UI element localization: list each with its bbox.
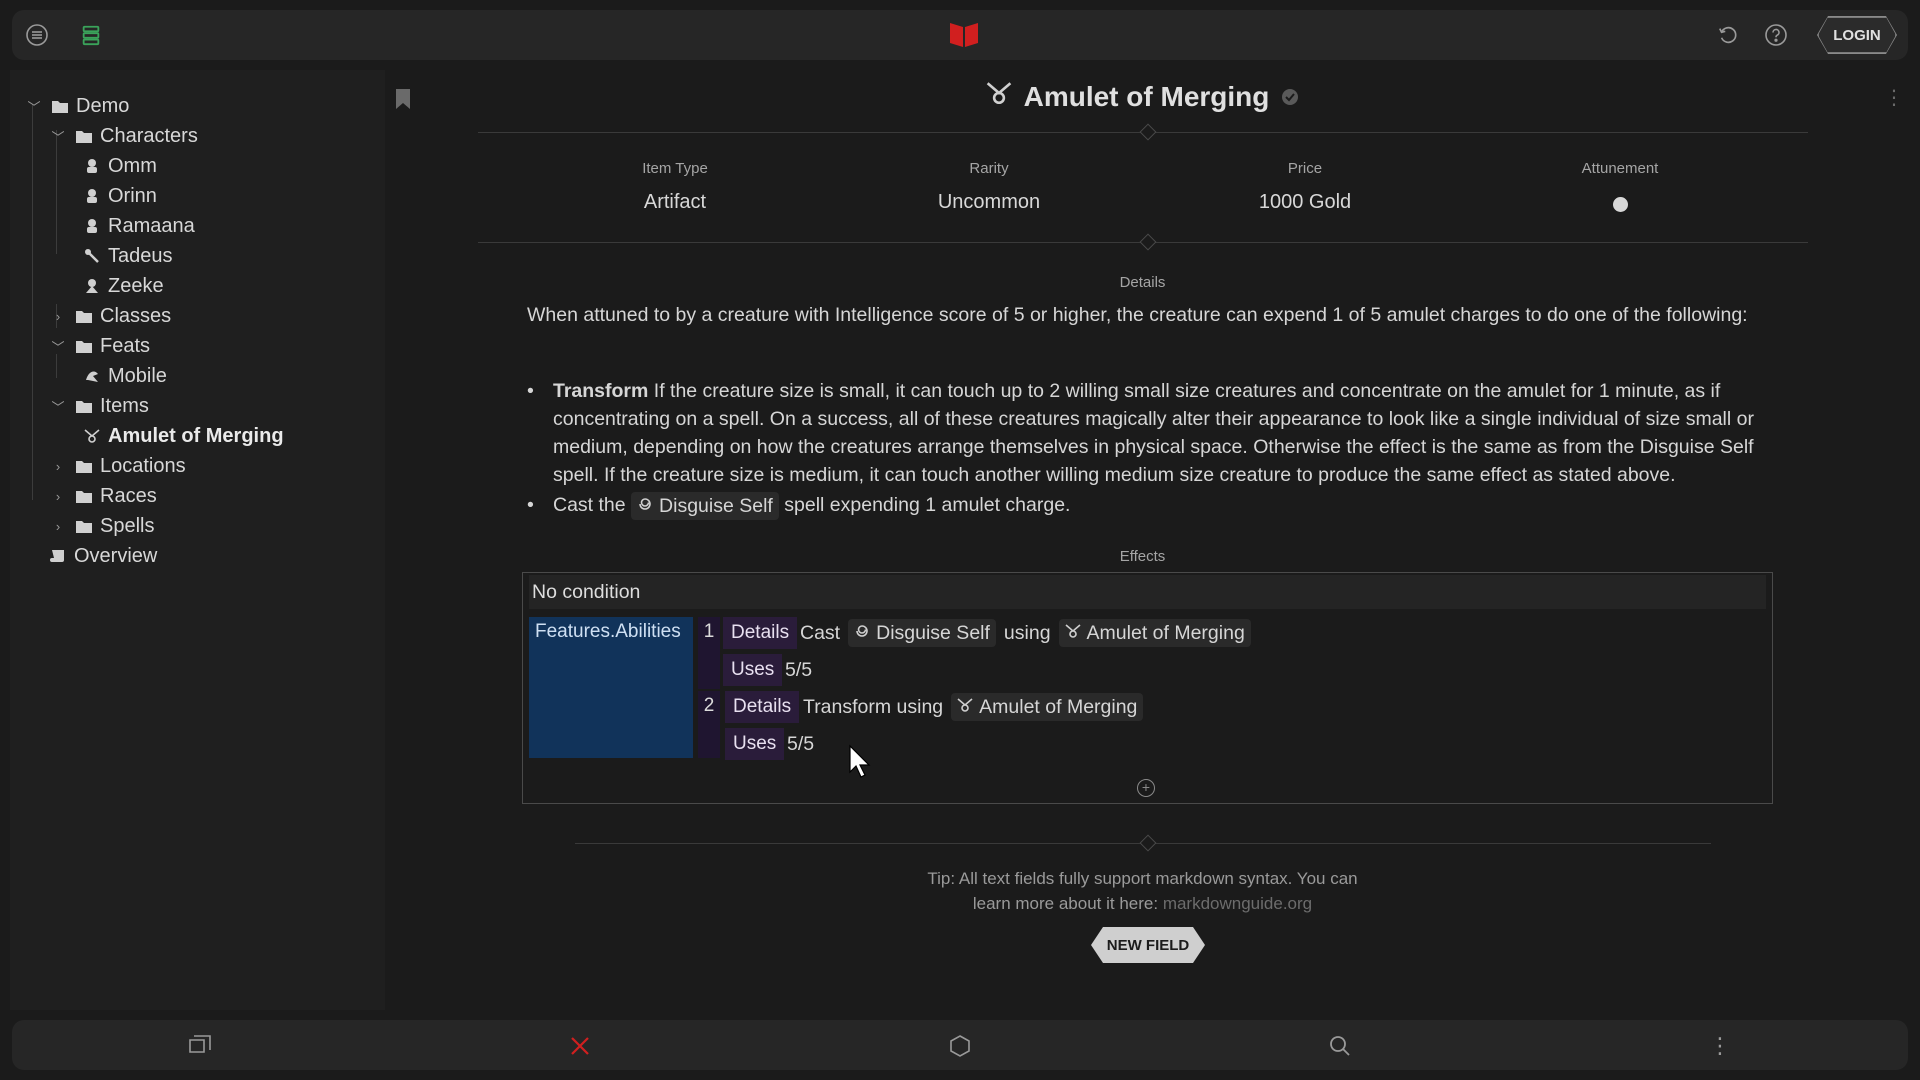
spell-icon xyxy=(637,492,653,520)
feature-target[interactable]: Features.Abilities xyxy=(529,617,693,758)
divider-ornament xyxy=(1139,834,1157,852)
prop-rarity: Rarity Uncommon xyxy=(937,160,1041,213)
page-title: Amulet of Merging xyxy=(1023,80,1270,112)
chevron-down-icon[interactable]: ﹀ xyxy=(50,337,66,356)
folder-icon xyxy=(74,486,94,506)
sidebar-item-items[interactable]: ﹀ Items xyxy=(50,391,148,421)
amulet-icon xyxy=(957,696,973,719)
red-book-icon[interactable] xyxy=(948,20,980,50)
details-label: Details xyxy=(1119,274,1166,291)
sidebar-item-zeeke[interactable]: Zeeke xyxy=(82,271,164,301)
uses-value[interactable]: 5/5 xyxy=(785,654,812,686)
sidebar-item-races[interactable]: › Races xyxy=(50,481,157,511)
chevron-right-icon[interactable]: › xyxy=(50,519,66,534)
folder-icon xyxy=(74,396,94,416)
add-effect-icon[interactable]: + xyxy=(1137,779,1155,797)
sidebar-item-feats[interactable]: ﹀ Feats xyxy=(50,331,150,361)
uses-value[interactable]: 5/5 xyxy=(787,728,814,760)
page-title-row: Amulet of Merging xyxy=(385,80,1900,113)
chevron-right-icon[interactable]: › xyxy=(50,309,66,324)
hexagon-icon[interactable] xyxy=(947,1033,973,1059)
amulet-icon xyxy=(82,426,102,446)
spell-link-disguise-self[interactable]: Disguise Self xyxy=(631,491,779,520)
chevron-right-icon[interactable]: › xyxy=(50,459,66,474)
condition-row[interactable]: No condition xyxy=(529,575,1766,609)
sidebar-item-characters[interactable]: ﹀ Characters xyxy=(50,121,197,151)
bullet-cast: Cast the Disguise Self spell expending 1… xyxy=(527,491,1772,520)
sidebar-item-orinn[interactable]: Orinn xyxy=(82,181,157,211)
effect-1-text: Cast Disguise Self using Amulet of Mergi… xyxy=(800,617,1251,649)
sidebar-item-spells[interactable]: › Spells xyxy=(50,511,155,541)
amulet-icon xyxy=(986,80,1012,113)
details-bullets: Transform If the creature size is small,… xyxy=(527,377,1772,520)
bullet-transform: Transform If the creature size is small,… xyxy=(527,377,1772,489)
close-icon[interactable] xyxy=(567,1033,593,1059)
uses-tag[interactable]: Uses xyxy=(725,728,785,760)
effect-number: 2 xyxy=(698,691,720,758)
item-link-amulet[interactable]: Amulet of Merging xyxy=(951,693,1144,721)
character-icon xyxy=(82,246,102,266)
effects-box: No condition Features.Abilities 1 Detail… xyxy=(522,572,1773,804)
attunement-dot[interactable] xyxy=(1612,197,1628,212)
prop-item-type: Item Type Artifact xyxy=(642,160,708,213)
markdown-tip: Tip: All text fields fully support markd… xyxy=(927,869,1358,913)
chevron-down-icon[interactable]: ﹀ xyxy=(50,127,66,146)
prop-price: Price 1000 Gold xyxy=(1258,160,1352,213)
divider-ornament xyxy=(1139,233,1157,251)
sidebar-item-locations[interactable]: › Locations xyxy=(50,451,186,481)
folder-icon xyxy=(74,306,94,326)
verified-icon xyxy=(1281,81,1299,113)
new-field-button[interactable]: NEW FIELD xyxy=(1091,927,1205,963)
character-icon xyxy=(82,216,102,236)
details-tag[interactable]: Details xyxy=(725,691,800,723)
main-content: Amulet of Merging Item Type Artifact Rar… xyxy=(385,70,1920,1010)
uses-tag[interactable]: Uses xyxy=(723,654,783,686)
undo-icon[interactable] xyxy=(1716,23,1740,47)
sidebar-item-demo[interactable]: ﹀ Demo xyxy=(26,91,129,121)
sidebar-item-classes[interactable]: › Classes xyxy=(50,301,171,331)
sidebar-item-mobile[interactable]: Mobile xyxy=(82,361,167,391)
help-icon[interactable] xyxy=(1764,23,1788,47)
character-icon xyxy=(82,186,102,206)
chevron-down-icon[interactable]: ﹀ xyxy=(26,97,42,116)
chevron-down-icon[interactable]: ﹀ xyxy=(50,397,66,416)
effect-number: 1 xyxy=(698,617,720,689)
markdown-guide-link[interactable]: markdownguide.org xyxy=(1163,894,1312,913)
spell-icon xyxy=(854,622,870,645)
details-intro: When attuned to by a creature with Intel… xyxy=(527,304,1748,326)
feat-icon xyxy=(82,366,102,386)
folder-icon xyxy=(74,126,94,146)
effect-2-text: Transform using Amulet of Merging xyxy=(803,691,1144,723)
stack-icon[interactable] xyxy=(79,23,103,47)
top-bar: LOGIN xyxy=(12,10,1908,60)
folder-icon xyxy=(74,516,94,536)
mouse-cursor-icon xyxy=(848,744,872,785)
list-circle-icon[interactable] xyxy=(25,23,49,47)
character-icon xyxy=(82,156,102,176)
sidebar-item-amulet-of-merging[interactable]: Amulet of Merging xyxy=(82,421,284,451)
folder-icon xyxy=(74,336,94,356)
spell-link-disguise-self[interactable]: Disguise Self xyxy=(848,619,996,647)
character-icon xyxy=(82,276,102,296)
more-vertical-icon[interactable]: ⋮ xyxy=(1707,1033,1733,1059)
details-tag[interactable]: Details xyxy=(723,617,798,649)
scroll-icon xyxy=(48,546,68,566)
sidebar-item-tadeus[interactable]: Tadeus xyxy=(82,241,173,271)
amulet-icon xyxy=(1065,622,1081,645)
search-icon[interactable] xyxy=(1327,1033,1353,1059)
divider-ornament xyxy=(1139,123,1157,141)
sidebar-tree: ﹀ Demo ﹀ Characters Omm Orinn Ramaana Ta… xyxy=(10,70,385,1010)
sidebar-item-overview[interactable]: Overview xyxy=(48,541,157,571)
sidebar-item-ramaana[interactable]: Ramaana xyxy=(82,211,195,241)
item-link-amulet[interactable]: Amulet of Merging xyxy=(1058,619,1251,647)
effects-label: Effects xyxy=(1119,548,1166,565)
folder-icon xyxy=(50,96,70,116)
swap-icon[interactable] xyxy=(187,1033,213,1059)
sidebar-item-omm[interactable]: Omm xyxy=(82,151,157,181)
folder-icon xyxy=(74,456,94,476)
chevron-right-icon[interactable]: › xyxy=(50,489,66,504)
bottom-bar: ⋮ xyxy=(12,1020,1908,1070)
login-button[interactable]: LOGIN xyxy=(1818,17,1896,53)
prop-attunement: Attunement xyxy=(1490,160,1750,212)
